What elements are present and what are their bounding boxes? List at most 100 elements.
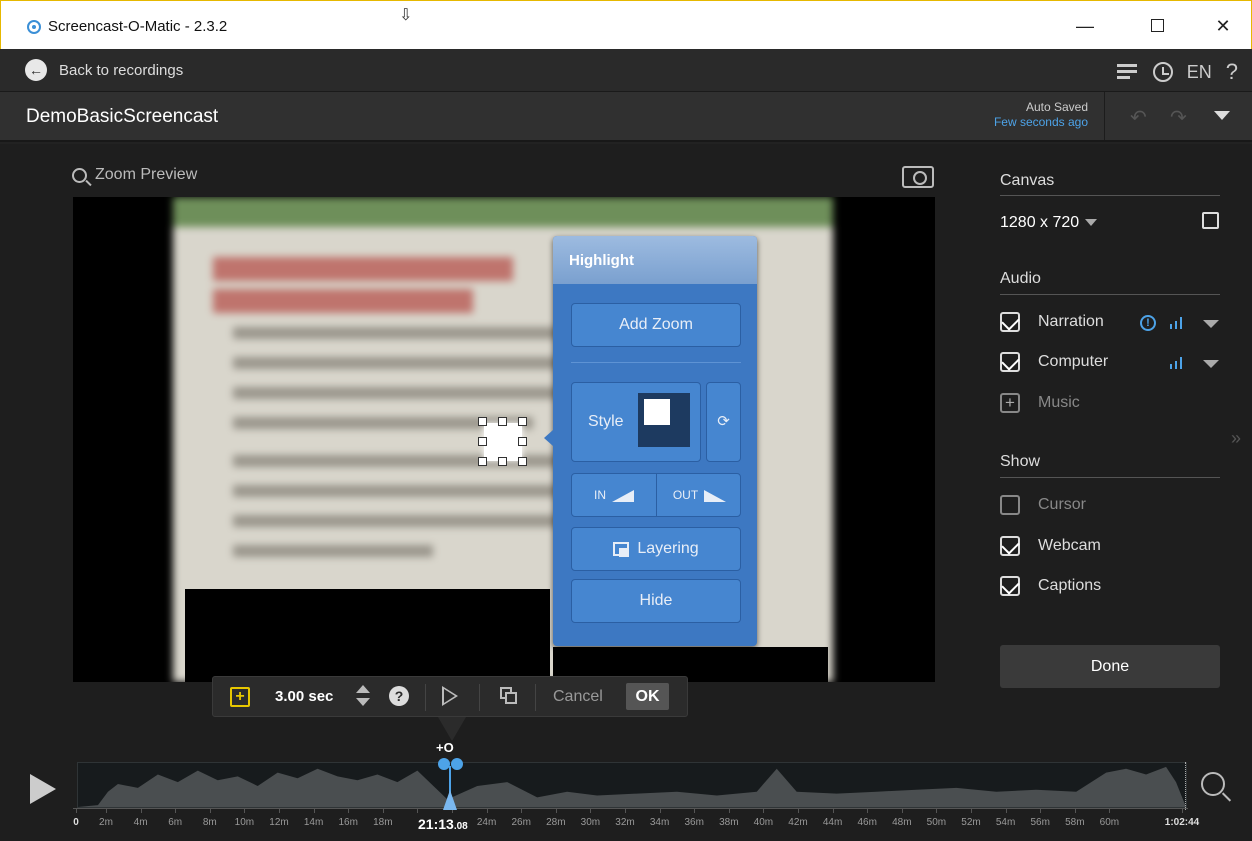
tick-mark <box>76 808 77 813</box>
ok-button[interactable]: OK <box>626 683 669 710</box>
resize-handle[interactable] <box>518 417 527 426</box>
playhead-time-main: 21:13 <box>418 816 454 832</box>
cursor-toggle[interactable]: Cursor <box>1000 495 1086 515</box>
project-menu-dropdown-icon[interactable] <box>1214 111 1230 120</box>
refresh-style-button[interactable]: ⟳ <box>706 382 741 462</box>
maximize-button[interactable] <box>1142 13 1172 39</box>
resize-handle[interactable] <box>518 457 527 466</box>
playhead-time: 21:13.08 <box>418 816 468 832</box>
tick-label: 32m <box>615 817 635 828</box>
timeline-track[interactable] <box>77 762 1187 808</box>
duration-stepper[interactable] <box>356 683 370 709</box>
project-name[interactable]: DemoBasicScreencast <box>26 106 218 128</box>
add-music[interactable]: + Music <box>1000 393 1080 413</box>
resize-handle[interactable] <box>478 437 487 446</box>
back-to-recordings-link[interactable]: Back to recordings <box>59 62 183 79</box>
canvas-size-select[interactable]: 1280 x 720 <box>1000 214 1098 232</box>
resize-handle[interactable] <box>498 457 507 466</box>
minimize-button[interactable]: — <box>1070 13 1100 39</box>
style-button[interactable]: Style <box>571 382 701 462</box>
highlight-region[interactable] <box>484 423 522 461</box>
autosave-status: Auto Saved Few seconds ago <box>994 100 1088 130</box>
popup-pointer <box>544 430 553 446</box>
navigation-bar: ← Back to recordings EN ? <box>0 49 1252 92</box>
done-button[interactable]: Done <box>1000 645 1220 688</box>
play-icon[interactable] <box>30 774 56 804</box>
tick-label: 54m <box>995 817 1016 828</box>
resize-handle[interactable] <box>498 417 507 426</box>
tick-label: 24m <box>476 817 497 828</box>
computer-audio-toggle[interactable]: Computer <box>1000 352 1108 372</box>
layering-button[interactable]: Layering <box>571 527 741 571</box>
project-bar: DemoBasicScreencast Auto Saved Few secon… <box>0 92 1252 142</box>
transition-out-button[interactable]: OUT <box>657 474 742 516</box>
audio-level-icon[interactable] <box>1170 317 1184 329</box>
zoom-add-icon[interactable]: + <box>230 687 250 707</box>
cancel-button[interactable]: Cancel <box>553 688 603 706</box>
tick-label: 18m <box>373 817 393 828</box>
snapshot-camera-icon[interactable] <box>902 166 934 188</box>
divider <box>1104 92 1105 140</box>
playhead-handle[interactable] <box>443 790 457 810</box>
audio-level-icon[interactable] <box>1170 357 1184 369</box>
tick-label: 2m <box>99 817 113 828</box>
computer-audio-checkbox[interactable] <box>1000 352 1020 372</box>
refresh-icon: ⟳ <box>717 413 730 430</box>
tick-label: 36m <box>684 817 704 828</box>
tick-label: 30m <box>580 817 601 828</box>
narration-dropdown-icon[interactable] <box>1203 320 1219 328</box>
tick-mark <box>659 808 661 813</box>
undo-icon[interactable]: ↶ <box>1130 105 1147 130</box>
canvas-options-checkbox[interactable] <box>1202 212 1219 229</box>
tick-mark <box>175 808 177 813</box>
tick-mark <box>798 808 799 813</box>
caption-list-icon[interactable] <box>1116 63 1139 81</box>
transition-in-button[interactable]: IN <box>572 474 657 516</box>
narration-label: Narration <box>1038 313 1104 330</box>
duplicate-icon[interactable] <box>500 687 518 705</box>
back-arrow-icon[interactable]: ← <box>25 59 47 81</box>
hide-button[interactable]: Hide <box>571 579 741 623</box>
help-icon[interactable]: ? <box>1226 59 1238 85</box>
language-selector[interactable]: EN <box>1187 62 1212 83</box>
resize-handle[interactable] <box>478 417 487 426</box>
video-preview-canvas[interactable] <box>73 197 935 682</box>
tick-label: 42m <box>788 817 808 828</box>
resize-handle[interactable] <box>518 437 527 446</box>
timeline-zoom-search-icon[interactable] <box>1201 772 1225 796</box>
tick-mark <box>1182 808 1183 813</box>
captions-checkbox[interactable] <box>1000 576 1020 596</box>
tick-label: 48m <box>892 817 912 828</box>
narration-toggle[interactable]: Narration <box>1000 312 1104 332</box>
play-preview-icon[interactable] <box>442 686 458 706</box>
cursor-checkbox[interactable] <box>1000 495 1020 515</box>
maximize-icon <box>1150 19 1164 32</box>
webcam-label: Webcam <box>1038 537 1101 554</box>
tick-mark <box>1005 808 1007 813</box>
redo-icon[interactable]: ↷ <box>1170 105 1187 130</box>
mouse-cursor-icon: ⇩ <box>399 7 413 24</box>
collapse-panel-icon[interactable]: » <box>1231 428 1241 449</box>
history-icon[interactable] <box>1152 62 1173 82</box>
close-button[interactable]: ✕ <box>1208 13 1238 39</box>
tick-label: 14m <box>303 817 324 828</box>
help-icon[interactable]: ? <box>389 686 409 706</box>
webcam-toggle[interactable]: Webcam <box>1000 536 1101 556</box>
highlight-popup: Highlight Add Zoom Style ⟳ IN OUT Layeri… <box>544 236 757 646</box>
computer-audio-dropdown-icon[interactable] <box>1203 360 1219 368</box>
divider <box>1000 195 1220 196</box>
add-zoom-button[interactable]: Add Zoom <box>571 303 741 347</box>
captions-toggle[interactable]: Captions <box>1000 576 1101 596</box>
narration-checkbox[interactable] <box>1000 312 1020 332</box>
app-icon <box>27 20 41 34</box>
cursor-label: Cursor <box>1038 496 1087 513</box>
chevron-down-icon <box>1085 219 1098 227</box>
ramp-out-icon <box>704 489 727 502</box>
webcam-checkbox[interactable] <box>1000 536 1020 556</box>
zoom-end-marker[interactable] <box>451 758 463 770</box>
zoom-preview-toggle[interactable]: Zoom Preview <box>72 166 197 184</box>
duration-value[interactable]: 3.00 sec <box>275 688 333 705</box>
tick-mark <box>832 808 834 813</box>
warning-info-icon[interactable]: ! <box>1140 315 1156 331</box>
resize-handle[interactable] <box>478 457 487 466</box>
